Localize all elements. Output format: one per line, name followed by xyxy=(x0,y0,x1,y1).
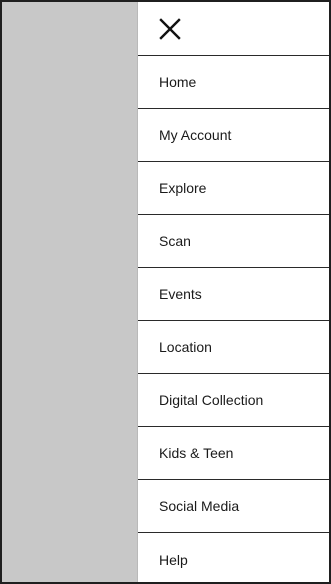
menu-item-label: Explore xyxy=(159,180,207,196)
menu-item-label: Social Media xyxy=(159,498,240,514)
menu-item-help[interactable]: Help xyxy=(138,533,329,582)
menu-item-label: Kids & Teen xyxy=(159,445,234,461)
menu-item-scan[interactable]: Scan xyxy=(138,215,329,268)
navigation-drawer: Home My Account Explore Scan Events Loca… xyxy=(137,2,329,582)
menu-item-label: Location xyxy=(159,339,212,355)
menu-item-label: My Account xyxy=(159,127,232,143)
menu-item-my-account[interactable]: My Account xyxy=(138,109,329,162)
menu-item-label: Events xyxy=(159,286,202,302)
menu-list: Home My Account Explore Scan Events Loca… xyxy=(138,56,329,582)
menu-item-label: Home xyxy=(159,74,197,90)
menu-item-label: Digital Collection xyxy=(159,392,264,408)
menu-item-location[interactable]: Location xyxy=(138,321,329,374)
menu-item-social-media[interactable]: Social Media xyxy=(138,480,329,533)
menu-overlay-backdrop[interactable] xyxy=(2,2,137,582)
menu-item-kids-teen[interactable]: Kids & Teen xyxy=(138,427,329,480)
menu-item-home[interactable]: Home xyxy=(138,56,329,109)
menu-item-label: Scan xyxy=(159,233,191,249)
menu-item-label: Help xyxy=(159,551,188,568)
app-frame: Home My Account Explore Scan Events Loca… xyxy=(0,0,331,584)
menu-item-digital-collection[interactable]: Digital Collection xyxy=(138,374,329,427)
close-icon xyxy=(159,17,181,40)
drawer-header xyxy=(138,2,329,56)
menu-item-explore[interactable]: Explore xyxy=(138,162,329,215)
menu-item-events[interactable]: Events xyxy=(138,268,329,321)
close-menu-button[interactable] xyxy=(158,17,182,41)
